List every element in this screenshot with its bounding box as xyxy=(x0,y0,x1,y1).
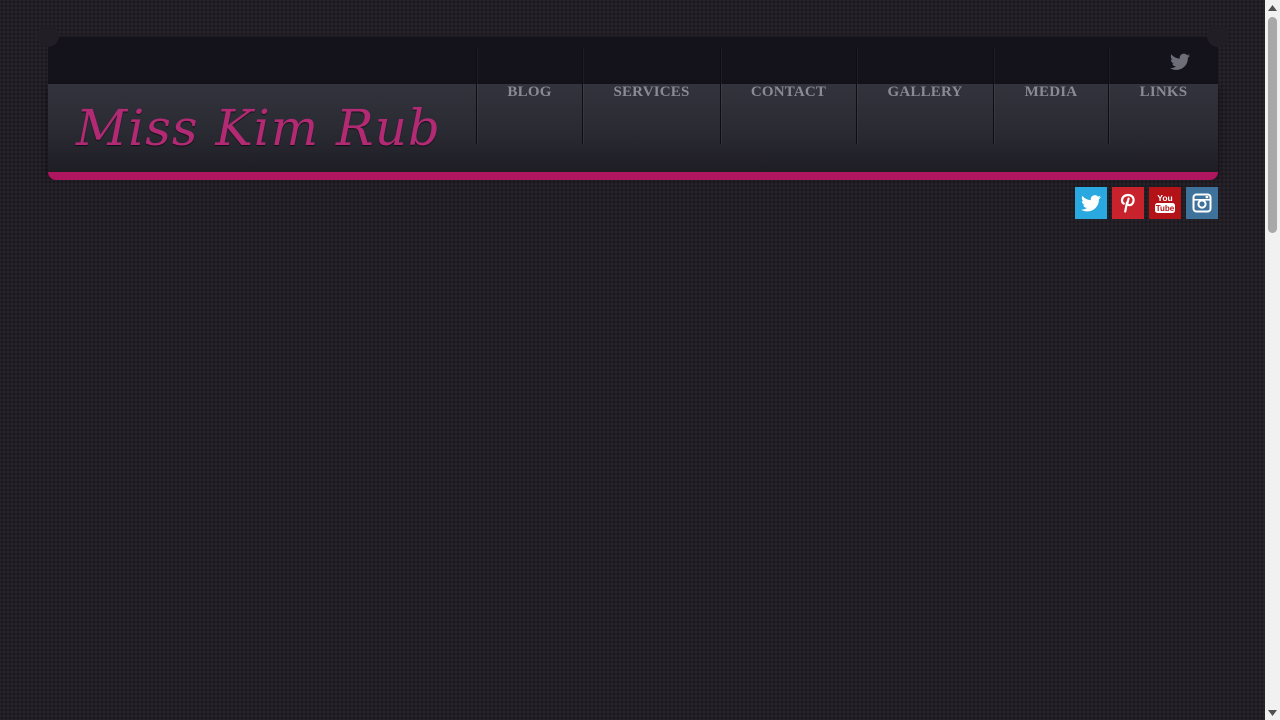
scroll-up-arrow-icon[interactable] xyxy=(1265,0,1280,15)
pinterest-icon xyxy=(1120,193,1135,213)
instagram-icon xyxy=(1192,193,1212,213)
instagram-button[interactable] xyxy=(1186,187,1218,219)
header-accent-stripe xyxy=(48,172,1218,180)
svg-text:Tube: Tube xyxy=(1156,204,1175,213)
site-logo[interactable]: Miss Kim Rub xyxy=(76,98,441,158)
twitter-icon xyxy=(1081,194,1101,211)
scrollbar-thumb[interactable] xyxy=(1268,17,1277,233)
main-nav: BLOG SERVICES CONTACT GALLERY MEDIA LINK… xyxy=(476,48,1218,144)
nav-item-gallery[interactable]: GALLERY xyxy=(856,48,993,144)
scroll-down-arrow-icon[interactable] xyxy=(1265,705,1280,720)
header-corner-notch xyxy=(1207,25,1229,47)
header-corner-notch xyxy=(37,25,59,47)
social-links: You Tube xyxy=(1075,187,1218,219)
pinterest-button[interactable] xyxy=(1112,187,1144,219)
svg-text:You: You xyxy=(1157,193,1172,203)
youtube-icon: You Tube xyxy=(1155,193,1175,213)
nav-item-media[interactable]: MEDIA xyxy=(993,48,1108,144)
youtube-button[interactable]: You Tube xyxy=(1149,187,1181,219)
nav-item-blog[interactable]: BLOG xyxy=(476,48,582,144)
nav-item-services[interactable]: SERVICES xyxy=(582,48,720,144)
twitter-button[interactable] xyxy=(1075,187,1107,219)
nav-item-links[interactable]: LINKS xyxy=(1108,48,1218,144)
nav-item-contact[interactable]: CONTACT xyxy=(720,48,856,144)
vertical-scrollbar[interactable] xyxy=(1265,0,1280,720)
